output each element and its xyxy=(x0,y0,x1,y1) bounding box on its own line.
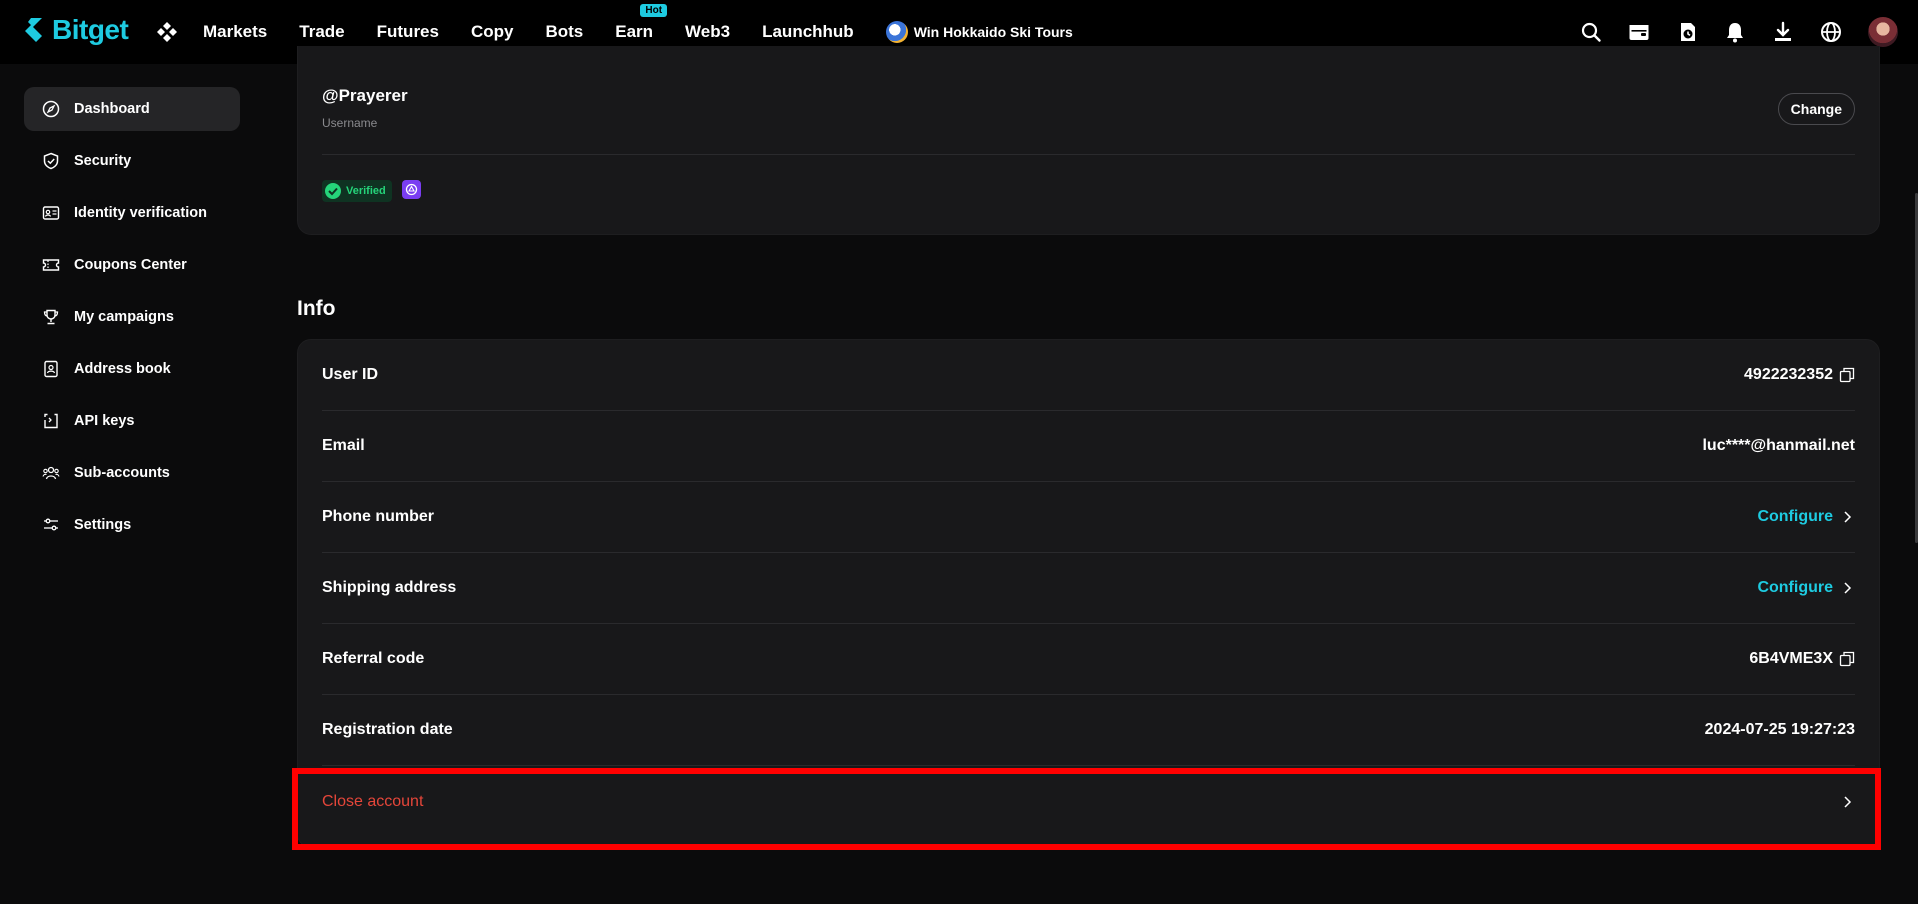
info-row-email: Email luc****@hanmail.net xyxy=(322,411,1855,482)
sidebar-item-identity-verification[interactable]: Identity verification xyxy=(24,191,240,235)
close-account-row[interactable]: Close account xyxy=(322,766,1855,837)
info-label: Email xyxy=(322,437,365,454)
bitget-logo[interactable]: Bitget xyxy=(22,14,129,46)
search-icon[interactable] xyxy=(1580,21,1602,43)
info-label: Shipping address xyxy=(322,579,457,596)
verified-check-icon xyxy=(325,183,341,199)
sidebar-item-label: Address book xyxy=(74,361,171,377)
nav-web3[interactable]: Web3 xyxy=(685,22,730,42)
sidebar-item-my-campaigns[interactable]: My campaigns xyxy=(24,295,240,339)
info-value[interactable]: Configure xyxy=(1757,579,1855,597)
info-row-shipping-address[interactable]: Shipping address Configure xyxy=(322,553,1855,624)
globe-icon[interactable] xyxy=(1820,21,1842,43)
shield-icon xyxy=(43,152,59,170)
hot-badge: Hot xyxy=(640,4,668,17)
info-row-registration-date: Registration date 2024-07-25 19:27:23 xyxy=(322,695,1855,766)
sidebar-item-label: Sub-accounts xyxy=(74,465,170,481)
nav-earn-label: Earn xyxy=(615,22,654,41)
username-label: Username xyxy=(322,116,378,130)
info-value: 6B4VME3X xyxy=(1749,650,1855,668)
nav-copy[interactable]: Copy xyxy=(471,22,514,42)
copy-icon[interactable] xyxy=(1839,651,1855,667)
sidebar-item-label: Identity verification xyxy=(74,205,207,221)
verified-label: Verified xyxy=(346,185,386,197)
info-row-user-id: User ID 4922232352 xyxy=(322,340,1855,411)
info-section-title: Info xyxy=(297,297,336,320)
info-card: User ID 4922232352 Email luc****@hanmail… xyxy=(297,339,1880,848)
nav-launchhub[interactable]: Launchhub xyxy=(762,22,854,42)
ticket-icon xyxy=(42,259,60,271)
sliders-icon xyxy=(44,518,58,531)
id-card-icon xyxy=(42,206,60,220)
configure-phone-link[interactable]: Configure xyxy=(1757,508,1833,526)
promo-link[interactable]: Win Hokkaido Ski Tours xyxy=(885,21,1073,43)
configure-shipping-link[interactable]: Configure xyxy=(1757,579,1833,597)
sidebar-item-address-book[interactable]: Address book xyxy=(24,347,240,391)
sidebar-item-label: Settings xyxy=(74,517,132,533)
info-row-phone-number[interactable]: Phone number Configure xyxy=(322,482,1855,553)
chevron-right-icon xyxy=(1844,795,1852,808)
sidebar-item-label: Security xyxy=(74,153,132,169)
nav-trade[interactable]: Trade xyxy=(299,22,344,42)
info-value[interactable] xyxy=(1839,794,1855,810)
promo-mascot-icon xyxy=(885,21,908,43)
user-id-value: 4922232352 xyxy=(1744,366,1833,383)
email-value: luc****@hanmail.net xyxy=(1702,437,1855,454)
sidebar-item-settings[interactable]: Settings xyxy=(24,503,240,547)
info-label: Registration date xyxy=(322,721,453,738)
chevron-right-icon xyxy=(1844,582,1852,594)
registration-date-value: 2024-07-25 19:27:23 xyxy=(1704,721,1855,738)
info-label: User ID xyxy=(322,366,379,383)
sidebar-item-coupons-center[interactable]: Coupons Center xyxy=(24,243,240,287)
bitget-logo-icon xyxy=(25,18,42,42)
sidebar-item-label: My campaigns xyxy=(74,309,174,325)
referral-code-value: 6B4VME3X xyxy=(1749,650,1833,667)
sidebar-item-label: Dashboard xyxy=(74,101,150,117)
copy-icon[interactable] xyxy=(1839,367,1855,383)
avatar[interactable] xyxy=(1868,17,1898,47)
username: @Prayerer xyxy=(322,86,408,105)
profile-card: @Prayerer Username Change Verified xyxy=(297,46,1880,235)
wallet-icon[interactable] xyxy=(1628,21,1650,43)
sidebar-item-security[interactable]: Security xyxy=(24,139,240,183)
sidebar-item-api-keys[interactable]: API keys xyxy=(24,399,240,443)
sidebar-item-dashboard[interactable]: Dashboard xyxy=(24,87,240,131)
verified-badge: Verified xyxy=(322,180,392,202)
info-label: Phone number xyxy=(322,508,435,525)
close-account-label[interactable]: Close account xyxy=(322,793,423,811)
info-value[interactable]: Configure xyxy=(1757,508,1855,526)
users-icon xyxy=(42,466,60,480)
info-label: Referral code xyxy=(322,650,425,667)
brand-name: Bitget xyxy=(52,14,129,45)
sidebar-item-sub-accounts[interactable]: Sub-accounts xyxy=(24,451,240,495)
contact-book-icon xyxy=(44,360,58,378)
divider xyxy=(322,154,1855,155)
vip-badge-icon xyxy=(402,180,421,199)
nav-futures[interactable]: Futures xyxy=(377,22,439,42)
sidebar: Dashboard Security Identity verification… xyxy=(24,87,240,555)
promo-label: Win Hokkaido Ski Tours xyxy=(913,24,1073,40)
api-icon xyxy=(44,413,58,429)
download-icon[interactable] xyxy=(1772,21,1794,43)
sidebar-item-label: Coupons Center xyxy=(74,257,187,273)
trophy-icon xyxy=(43,309,59,325)
info-value: 4922232352 xyxy=(1744,366,1855,384)
chevron-right-icon xyxy=(1844,511,1852,523)
change-username-button[interactable]: Change xyxy=(1777,93,1855,125)
sidebar-item-label: API keys xyxy=(74,413,135,429)
nav-markets[interactable]: Markets xyxy=(203,22,267,42)
info-row-referral-code: Referral code 6B4VME3X xyxy=(322,624,1855,695)
orders-icon[interactable] xyxy=(1676,21,1698,43)
bell-icon[interactable] xyxy=(1724,21,1746,43)
nav-earn[interactable]: Earn Hot xyxy=(615,4,668,42)
apps-grid-icon[interactable] xyxy=(156,21,178,43)
compass-icon xyxy=(42,100,60,118)
nav-bots[interactable]: Bots xyxy=(545,22,583,42)
